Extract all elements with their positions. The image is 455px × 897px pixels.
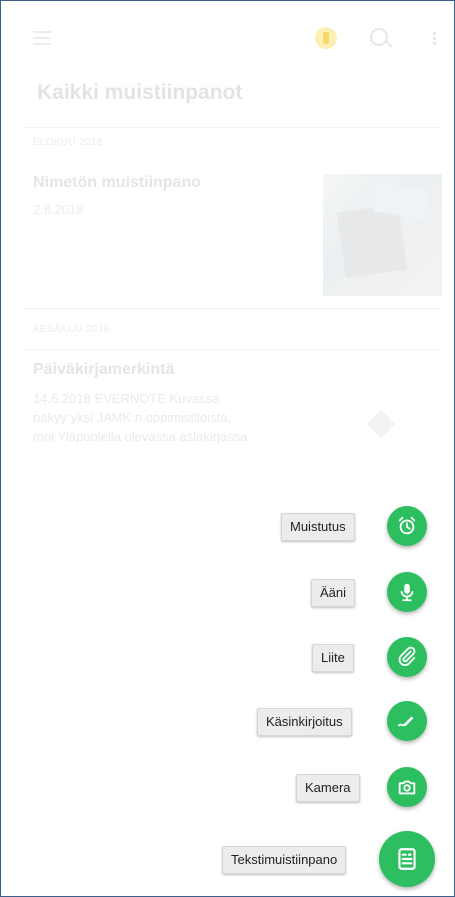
app-screen: Kaikki muistiinpanot ELOKUU 2018 Nimetön… [15,1,442,896]
section-label-month: KESÄKUU 2018 [33,324,110,335]
new-text-note-button[interactable] [379,831,435,887]
screenshot-frame: Kaikki muistiinpanot ELOKUU 2018 Nimetön… [0,0,455,897]
microphone-icon [400,583,414,602]
divider [23,349,442,350]
fab-label-audio[interactable]: Ääni [311,579,356,607]
fab-label-camera[interactable]: Kamera [296,774,360,802]
fab-label-text-note[interactable]: Tekstimuistiinpano [222,846,347,874]
divider [23,127,442,128]
note-type-icon [366,409,396,439]
fab-label-attachment[interactable]: Liite [312,644,354,672]
note-thumbnail[interactable] [323,174,442,296]
note-date: 2.8.2018 [33,202,84,217]
page-title: Kaikki muistiinpanot [37,81,243,104]
fab-label-reminder[interactable]: Muistutus [281,513,355,541]
note-snippet-line: näkyy yksi JAMK:n oppimistiloista, [33,410,231,425]
text-note-icon [398,848,416,870]
note-title[interactable]: Nimetön muistiinpano [33,174,201,192]
fab-label-handwriting[interactable]: Käsinkirjoitus [257,708,352,736]
section-label-month: ELOKUU 2018 [33,137,103,148]
camera-button[interactable] [387,767,427,807]
alarm-clock-icon [398,516,416,535]
reminder-button[interactable] [387,506,427,546]
hamburger-menu-icon[interactable] [33,31,51,45]
attachment-button[interactable] [387,637,427,677]
note-snippet: 14.6.2018 EVERNOTE Kuvassa näkyy yksi JA… [33,389,318,446]
handwriting-button[interactable] [387,701,427,741]
note-snippet-line: moi Yläpuolella olevassa asiakirjassa [33,429,248,444]
camera-icon [398,780,416,795]
handwriting-pen-icon [397,716,414,727]
note-title[interactable]: Päiväkirjamerkintä [33,361,174,379]
paperclip-icon [398,646,416,667]
sync-icon[interactable] [315,27,337,49]
audio-button[interactable] [387,572,427,612]
divider [23,308,442,309]
app-bar [15,1,442,77]
note-snippet-line: 14.6.2018 EVERNOTE Kuvassa [33,391,220,406]
more-options-icon[interactable] [433,31,436,46]
search-icon[interactable] [370,28,388,46]
